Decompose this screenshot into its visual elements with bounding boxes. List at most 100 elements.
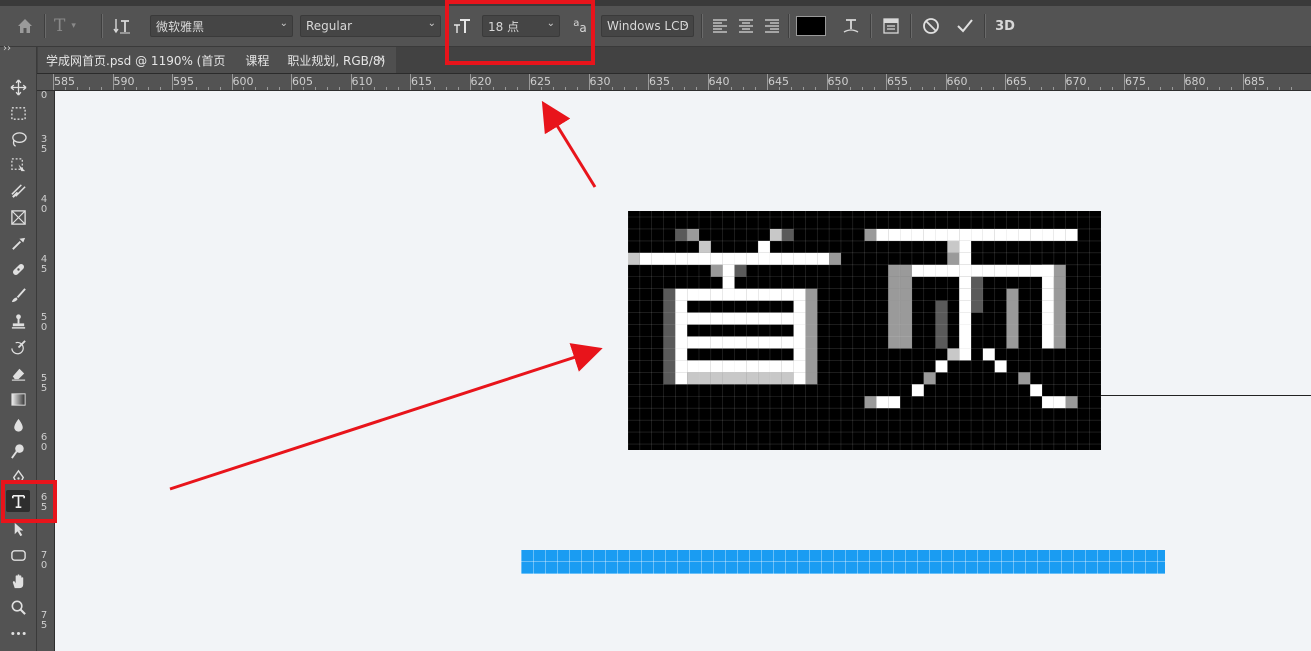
move-tool-icon[interactable] <box>6 76 30 98</box>
glyph-pixel <box>769 360 782 373</box>
align-left-icon[interactable] <box>709 15 731 37</box>
history-brush-tool-icon[interactable] <box>6 336 30 358</box>
zoom-tool-icon[interactable] <box>6 596 30 618</box>
ruler-minor-tick <box>183 87 185 90</box>
glyph-pixel <box>758 288 770 301</box>
lasso-tool-icon[interactable] <box>6 128 30 150</box>
glyph-pixel <box>888 324 901 337</box>
glyph-pixel <box>746 312 759 325</box>
glyph-pixel <box>994 264 1007 277</box>
document-tab-title-part2: 课程 <box>245 53 270 68</box>
pixel-grid <box>628 211 1101 450</box>
warp-text-icon[interactable] <box>840 15 862 37</box>
font-style-value: Regular <box>306 19 353 33</box>
ruler-minor-tick <box>505 87 507 90</box>
glyph-pixel <box>781 252 794 265</box>
ruler-minor-tick <box>540 87 542 90</box>
ruler-minor-tick <box>64 87 66 90</box>
glyph-pixel <box>663 348 676 361</box>
glyph-pixel <box>734 312 747 325</box>
glyph-pixel <box>829 252 841 265</box>
ruler-minor-tick <box>243 87 245 90</box>
glyph-pixel <box>769 288 782 301</box>
ruler-tick <box>648 74 649 90</box>
home-icon[interactable] <box>14 15 36 37</box>
text-color-swatch[interactable] <box>796 16 826 36</box>
glyph-pixel <box>793 252 806 265</box>
tool-preset-picker[interactable]: T ▾ <box>54 15 94 37</box>
ruler-minor-tick <box>671 87 673 90</box>
glyph-pixel <box>947 348 960 361</box>
horizontal-ruler[interactable]: 585 590 595 600 605 610 615 620 625 630 635 640 645 6… <box>37 74 1311 91</box>
object-selection-tool-icon[interactable] <box>6 154 30 176</box>
glyph-pixel <box>769 372 782 385</box>
glyph-pixel <box>781 228 794 241</box>
glyph-pixel <box>734 336 747 349</box>
ruler-minor-tick <box>1135 87 1137 90</box>
more-tools-icon[interactable] <box>6 622 30 644</box>
glyph-pixel <box>817 252 830 265</box>
glyph-pixel <box>1030 264 1043 277</box>
font-family-value: 微软雅黑 <box>156 19 205 34</box>
glyph-pixel <box>710 288 723 301</box>
ruler-minor-tick <box>564 87 566 90</box>
hand-tool-icon[interactable] <box>6 570 30 592</box>
ruler-minor-tick <box>1195 87 1197 90</box>
glyph-pixel <box>746 288 759 301</box>
crop-tool-icon[interactable] <box>6 180 30 202</box>
font-family-select[interactable]: 微软雅黑 ⌄ <box>150 15 293 37</box>
dodge-tool-icon[interactable] <box>6 440 30 462</box>
tools-panel: ›› <box>0 43 37 651</box>
glyph-pixel <box>687 312 699 325</box>
align-center-icon[interactable] <box>735 15 757 37</box>
clone-stamp-tool-icon[interactable] <box>6 310 30 332</box>
glyph-pixel <box>769 312 782 325</box>
ruler-minor-tick <box>743 87 745 90</box>
vertical-ruler[interactable]: 03 54 04 55 05 56 06 57 07 5 <box>37 91 55 651</box>
glyph-pixel <box>1053 288 1066 301</box>
glyph-pixel <box>651 252 664 265</box>
ruler-minor-tick <box>267 87 269 90</box>
glyph-pixel <box>746 372 759 385</box>
glyph-pixel <box>911 264 924 277</box>
glyph-pixel <box>710 336 723 349</box>
ruler-minor-tick <box>1278 87 1280 90</box>
glyph-pixel <box>947 228 960 241</box>
healing-brush-tool-icon[interactable] <box>6 258 30 280</box>
font-style-select[interactable]: Regular ⌄ <box>300 15 441 37</box>
marquee-tool-icon[interactable] <box>6 102 30 124</box>
ruler-minor-tick <box>1076 87 1078 90</box>
ruler-minor-tick <box>755 87 757 90</box>
antialias-select[interactable]: Windows LCD ⌄ <box>601 15 694 37</box>
rectangle-tool-icon[interactable] <box>6 544 30 566</box>
document-tab[interactable]: 学成网首页.psd @ 1190% (首页 课程 职业规划, RGB/8) × <box>38 47 396 73</box>
toggle-text-orientation-icon[interactable] <box>111 15 133 37</box>
align-right-icon[interactable] <box>761 15 783 37</box>
blur-tool-icon[interactable] <box>6 414 30 436</box>
glyph-pixel <box>758 240 770 253</box>
glyph-pixel <box>1018 228 1031 241</box>
ruler-minor-tick <box>957 87 959 90</box>
ruler-minor-tick <box>1147 87 1149 90</box>
ruler-minor-tick <box>981 87 983 90</box>
font-size-highlight-box <box>445 0 595 65</box>
frame-tool-icon[interactable] <box>6 206 30 228</box>
glyph-pixel <box>1006 336 1019 349</box>
collapse-panel-icon[interactable]: ›› <box>3 43 11 54</box>
cancel-icon[interactable] <box>920 15 942 37</box>
glyph-pixel <box>698 312 711 325</box>
3d-button[interactable]: 3D <box>992 15 1018 37</box>
glyph-pixel <box>687 252 699 265</box>
commit-check-icon[interactable] <box>954 15 976 37</box>
glyph-pixel <box>639 252 652 265</box>
glyph-pixel <box>935 312 948 325</box>
eyedropper-tool-icon[interactable] <box>6 232 30 254</box>
ruler-minor-tick <box>219 87 221 90</box>
eraser-tool-icon[interactable] <box>6 362 30 384</box>
glyph-pixel <box>758 252 770 265</box>
brush-tool-icon[interactable] <box>6 284 30 306</box>
gradient-tool-icon[interactable] <box>6 388 30 410</box>
glyph-pixel <box>1053 276 1066 289</box>
character-panel-icon[interactable] <box>880 15 902 37</box>
close-tab-icon[interactable]: × <box>376 52 386 66</box>
